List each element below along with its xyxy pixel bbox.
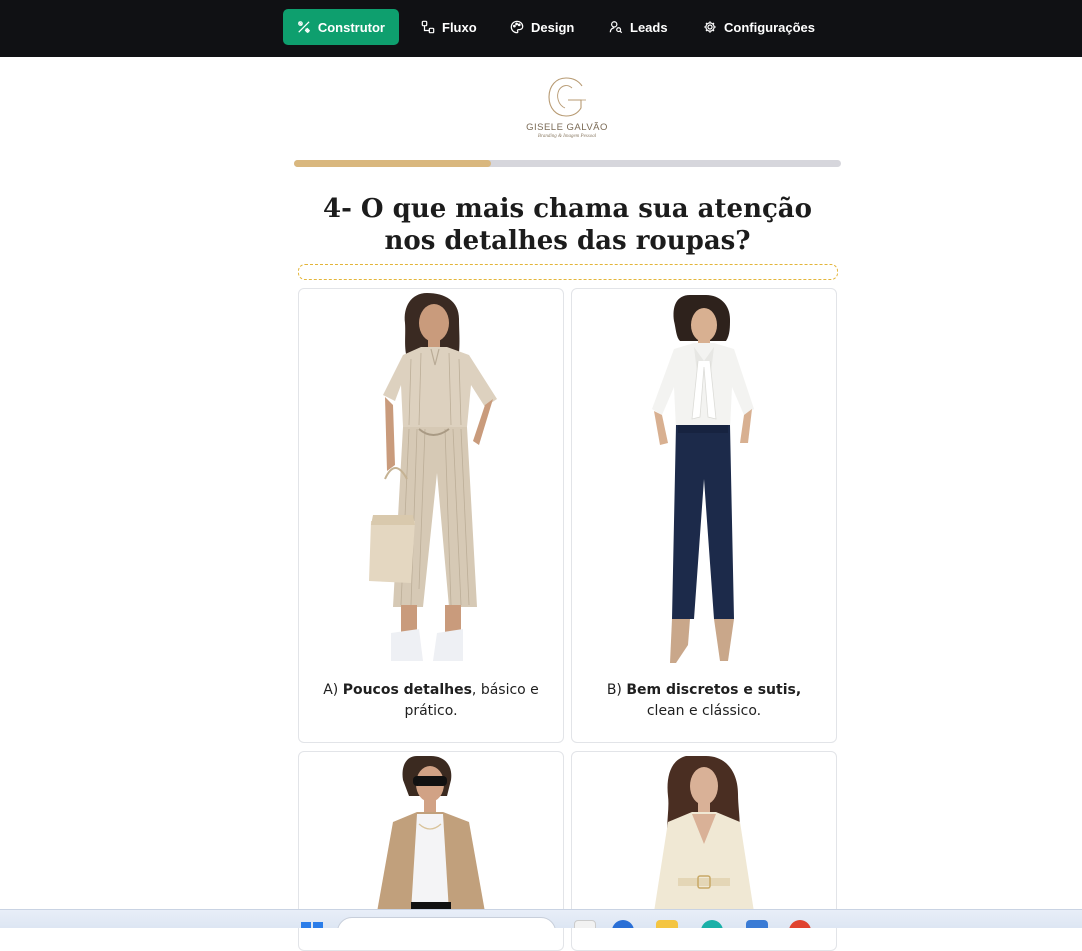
nav-design-label: Design — [531, 19, 575, 35]
progress-fill — [294, 160, 491, 167]
brand-logo: GISELE GALVÃO Branding & Imagem Pessoal — [520, 76, 614, 144]
gear-icon — [704, 21, 716, 33]
store-icon[interactable] — [746, 920, 768, 928]
option-b-image — [652, 295, 754, 663]
option-b-label: B) Bem discretos e sutis, clean e clássi… — [588, 680, 820, 722]
option-b-letter: B) — [606, 682, 622, 698]
nav-fluxo-label: Fluxo — [442, 19, 477, 35]
nav-design[interactable]: Design — [496, 9, 588, 45]
option-a-bold: Poucos detalhes — [342, 682, 472, 698]
brand-name: GISELE GALVÃO — [526, 122, 608, 133]
drop-zone-placeholder[interactable] — [298, 264, 838, 280]
option-card-a[interactable]: A) Poucos detalhes, básico e prático. — [298, 288, 564, 743]
option-a-label: A) Poucos detalhes, básico e prático. — [315, 680, 547, 722]
edge-icon[interactable] — [612, 920, 634, 928]
user-search-icon — [609, 21, 623, 34]
nav-construtor-label: Construtor — [317, 19, 385, 35]
flow-icon — [421, 20, 435, 34]
file-icon[interactable] — [574, 920, 596, 928]
windows-icon[interactable] — [301, 922, 323, 928]
option-b-bold: Bem discretos e sutis, — [626, 682, 802, 698]
taskbar-search-box[interactable] — [337, 917, 556, 928]
nav-leads-label: Leads — [630, 19, 668, 35]
brand-tagline: Branding & Imagem Pessoal — [537, 134, 597, 139]
option-b-rest: clean e clássico. — [646, 703, 762, 719]
nav-fluxo[interactable]: Fluxo — [407, 9, 491, 45]
option-a-letter: A) — [323, 682, 339, 698]
folder-icon[interactable] — [656, 920, 678, 928]
nav-leads[interactable]: Leads — [595, 9, 682, 45]
option-card-b[interactable]: B) Bem discretos e sutis, clean e clássi… — [571, 288, 837, 743]
tools-icon — [298, 21, 311, 34]
nav-configuracoes[interactable]: Configurações — [689, 9, 829, 45]
option-d-image — [654, 756, 754, 912]
progress-bar — [294, 160, 841, 167]
copilot-icon[interactable] — [701, 920, 723, 928]
question-title: 4- O que mais chama sua atenção nos deta… — [323, 194, 812, 256]
option-c-image — [377, 756, 485, 912]
palette-icon — [510, 20, 524, 34]
os-taskbar — [0, 909, 1082, 928]
nav-construtor[interactable]: Construtor — [283, 9, 399, 45]
monogram-icon — [548, 77, 586, 117]
nav-configuracoes-label: Configurações — [724, 19, 816, 35]
top-navigation: Construtor Fluxo Design Leads Configuraç… — [0, 0, 1082, 57]
chrome-icon[interactable] — [789, 920, 811, 928]
option-a-image — [369, 293, 497, 661]
